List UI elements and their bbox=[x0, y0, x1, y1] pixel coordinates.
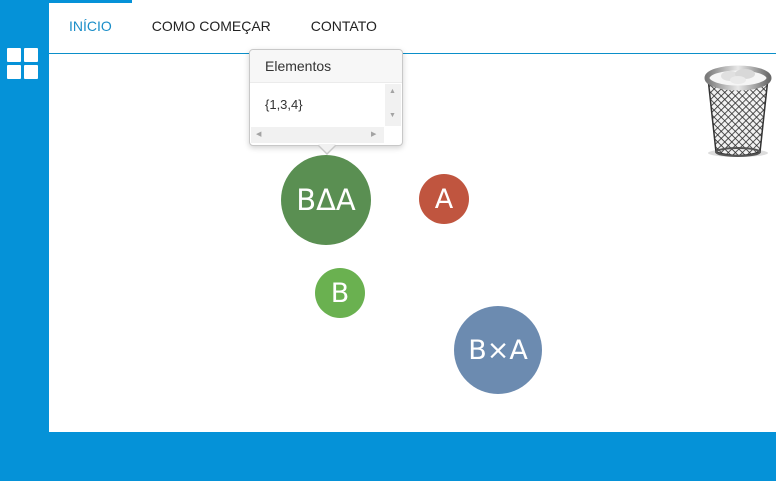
scroll-left-icon[interactable]: ◀ bbox=[256, 131, 261, 139]
popover-title: Elementos bbox=[250, 50, 402, 83]
scroll-up-icon[interactable]: ▲ bbox=[389, 88, 396, 96]
grid-cell bbox=[7, 48, 21, 62]
nav-item-como-comecar[interactable]: COMO COMEÇAR bbox=[132, 0, 291, 53]
popover-body: {1,3,4} ▲ ▼ ◀ ▶ bbox=[250, 83, 402, 144]
set-node-b-times-a[interactable]: B×A bbox=[454, 306, 542, 394]
nav-item-inicio[interactable]: INÍCIO bbox=[49, 0, 132, 53]
scroll-right-icon[interactable]: ▶ bbox=[371, 131, 376, 139]
vertical-scrollbar[interactable]: ▲ ▼ bbox=[385, 84, 401, 126]
horizontal-scrollbar[interactable]: ◀ ▶ bbox=[251, 127, 384, 143]
set-node-b-delta-a[interactable]: BΔA bbox=[281, 155, 371, 245]
grid-cell bbox=[24, 65, 38, 79]
top-nav: INÍCIO COMO COMEÇAR CONTATO bbox=[49, 0, 397, 53]
bottom-frame-bar bbox=[0, 432, 776, 481]
header-divider bbox=[49, 53, 776, 54]
popover-pointer bbox=[317, 144, 337, 155]
set-node-a[interactable]: A bbox=[419, 174, 469, 224]
trash-can-icon[interactable] bbox=[700, 60, 776, 160]
elements-popover: Elementos {1,3,4} ▲ ▼ ◀ ▶ bbox=[249, 49, 403, 155]
grid-cell bbox=[7, 65, 21, 79]
set-node-b[interactable]: B bbox=[315, 268, 365, 318]
nav-item-contato[interactable]: CONTATO bbox=[291, 0, 397, 53]
popover-elements-value: {1,3,4} bbox=[265, 97, 303, 112]
scroll-down-icon[interactable]: ▼ bbox=[389, 112, 396, 120]
grid-cell bbox=[24, 48, 38, 62]
grid-menu-icon[interactable] bbox=[7, 48, 39, 80]
